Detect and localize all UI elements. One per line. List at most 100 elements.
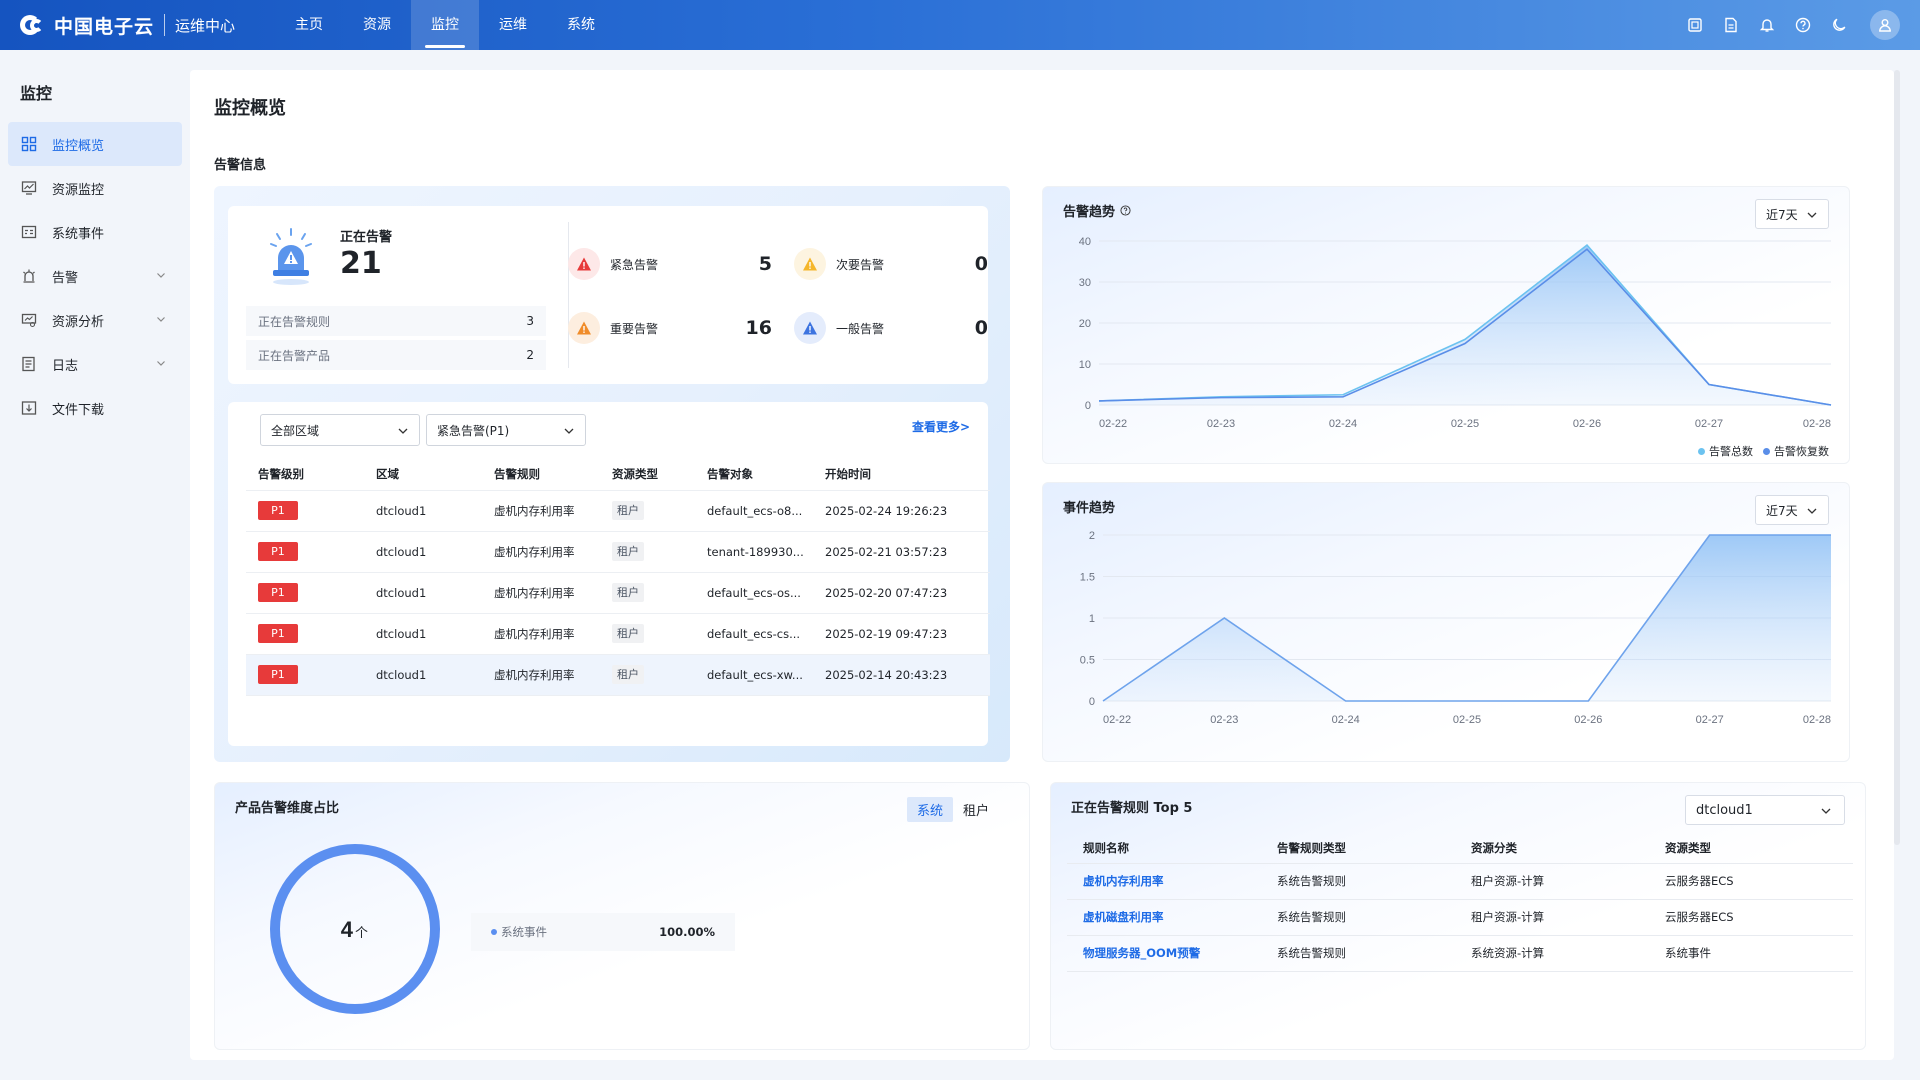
- analysis-icon: [20, 311, 38, 329]
- table-row: 物理服务器_OOM预警 系统告警规则 系统资源-计算 系统事件: [1067, 935, 1853, 972]
- active-products-count: 2: [526, 348, 534, 362]
- region-select[interactable]: 全部区域: [260, 414, 420, 446]
- donut-center-value: 4: [341, 917, 354, 942]
- top-rules-region-select[interactable]: dtcloud1: [1685, 795, 1845, 825]
- chevron-down-icon: [1806, 505, 1818, 520]
- target-cell: default_ecs-o8...: [695, 490, 813, 532]
- sidebar-item-system-events[interactable]: 系统事件: [8, 210, 182, 254]
- column-header: 资源分类: [1455, 833, 1649, 864]
- sidebar-title: 监控: [20, 84, 53, 103]
- rule-name-link[interactable]: 物理服务器_OOM预警: [1067, 935, 1261, 972]
- main-nav: 主页 资源 监控 运维 系统: [275, 0, 615, 50]
- y-tick-label: 0.5: [1080, 655, 1095, 667]
- nav-system[interactable]: 系统: [547, 0, 615, 50]
- level-badge: P1: [258, 583, 298, 602]
- legend-label[interactable]: 告警总数: [1709, 443, 1753, 459]
- info-icon[interactable]: [1120, 205, 1131, 220]
- y-tick-label: 0: [1085, 400, 1091, 412]
- resource-type-tag: 租户: [612, 665, 644, 684]
- alarm-table: 告警级别 区域 告警规则 资源类型 告警对象 开始时间 P1 dtcloud1 …: [246, 458, 990, 696]
- alarm-section-title: 告警信息: [214, 158, 267, 173]
- moon-icon[interactable]: [1828, 14, 1850, 36]
- column-header: 规则名称: [1067, 833, 1261, 864]
- nav-ops[interactable]: 运维: [479, 0, 547, 50]
- table-row[interactable]: P1 dtcloud1 虚机内存利用率 租户 default_ecs-cs...…: [246, 613, 990, 655]
- rule-cell: 虚机内存利用率: [482, 490, 600, 532]
- active-rules-label: 正在告警规则: [258, 314, 331, 329]
- rule-name-link[interactable]: 虚机磁盘利用率: [1067, 899, 1261, 936]
- table-row: 虚机磁盘利用率 系统告警规则 租户资源-计算 云服务器ECS: [1067, 899, 1853, 936]
- table-row[interactable]: P1 dtcloud1 虚机内存利用率 租户 default_ecs-xw...…: [246, 654, 990, 696]
- table-row: 虚机内存利用率 系统告警规则 租户资源-计算 云服务器ECS: [1067, 863, 1853, 900]
- tab-system[interactable]: 系统: [906, 797, 953, 822]
- level-badge: P1: [258, 542, 298, 561]
- column-header: 告警规则: [482, 458, 600, 491]
- log-icon: [20, 355, 38, 373]
- user-icon[interactable]: [1870, 10, 1900, 40]
- legend-percent: 100.00%: [659, 925, 715, 939]
- screen-icon[interactable]: [1684, 14, 1706, 36]
- sidebar-item-label: 系统事件: [52, 226, 105, 242]
- brand-logo[interactable]: 中国电子云 运维中心: [20, 0, 235, 50]
- rule-type-cell: 系统告警规则: [1261, 863, 1455, 900]
- chevron-down-icon: [563, 425, 575, 440]
- alarm-range-select[interactable]: 近7天: [1755, 199, 1829, 229]
- sidebar-item-resource-analysis[interactable]: 资源分析: [8, 298, 182, 342]
- level-select[interactable]: 紧急告警(P1): [426, 414, 586, 446]
- table-row[interactable]: P1 dtcloud1 虚机内存利用率 租户 default_ecs-os...…: [246, 572, 990, 614]
- nav-resources[interactable]: 资源: [343, 0, 411, 50]
- nav-monitor[interactable]: 监控: [411, 0, 480, 50]
- time-cell: 2025-02-21 03:57:23: [813, 531, 990, 573]
- time-cell: 2025-02-24 19:26:23: [813, 490, 990, 532]
- tab-tenant[interactable]: 租户: [953, 797, 999, 822]
- sidebar-item-file-download[interactable]: 文件下载: [8, 386, 182, 430]
- active-rules-count: 3: [526, 314, 534, 328]
- active-alarms-count: 21: [340, 246, 382, 281]
- x-tick-label: 02-23: [1210, 714, 1238, 726]
- bell-icon[interactable]: [1756, 14, 1778, 36]
- region-cell: dtcloud1: [364, 654, 482, 696]
- chart-title-text: 告警趋势: [1063, 205, 1116, 220]
- view-more-link[interactable]: 查看更多>: [912, 418, 970, 435]
- document-icon[interactable]: [1720, 14, 1742, 36]
- category-cell: 租户资源-计算: [1455, 899, 1649, 936]
- level-label: 次要告警: [836, 257, 885, 272]
- chevron-down-icon: [156, 313, 166, 328]
- column-header: 告警级别: [246, 458, 364, 491]
- level-major[interactable]: 重要告警 16: [568, 308, 772, 348]
- x-tick-label: 02-25: [1453, 714, 1481, 726]
- table-row[interactable]: P1 dtcloud1 虚机内存利用率 租户 tenant-189930... …: [246, 531, 990, 573]
- region-select-value: dtcloud1: [1696, 802, 1753, 818]
- event-range-select[interactable]: 近7天: [1755, 495, 1829, 525]
- legend-label[interactable]: 告警恢复数: [1774, 443, 1829, 459]
- alarm-trend-chart: 0 10 20 30 40 02-22 02-23 02-24 02-25 02-26 02-27 0…: [1079, 236, 1832, 430]
- grid-icon: [20, 135, 38, 153]
- resource-type-cell: 云服务器ECS: [1649, 899, 1853, 936]
- rule-cell: 虚机内存利用率: [482, 572, 600, 614]
- level-label: 紧急告警: [610, 257, 659, 272]
- level-badge: P1: [258, 624, 298, 643]
- table-row[interactable]: P1 dtcloud1 虚机内存利用率 租户 default_ecs-o8...…: [246, 490, 990, 532]
- brand-divider: [164, 14, 166, 36]
- nav-home[interactable]: 主页: [275, 0, 343, 50]
- x-tick-label: 02-23: [1207, 418, 1235, 430]
- rule-name-link[interactable]: 虚机内存利用率: [1067, 863, 1261, 900]
- level-minor[interactable]: 次要告警 0: [794, 244, 988, 284]
- sidebar-item-alarms[interactable]: 告警: [8, 254, 182, 298]
- y-tick-label: 1.5: [1080, 572, 1095, 584]
- series-area: [1099, 245, 1831, 405]
- y-tick-label: 20: [1079, 318, 1091, 330]
- target-cell: tenant-189930...: [695, 531, 813, 573]
- sidebar-item-overview[interactable]: 监控概览: [8, 122, 182, 166]
- level-general[interactable]: 一般告警 0: [794, 308, 988, 348]
- sidebar-item-logs[interactable]: 日志: [8, 342, 182, 386]
- warning-icon: [568, 248, 600, 280]
- table-header-row: 告警级别 区域 告警规则 资源类型 告警对象 开始时间: [246, 458, 990, 491]
- scrollbar[interactable]: [1894, 70, 1900, 845]
- level-critical[interactable]: 紧急告警 5: [568, 244, 772, 284]
- page-title: 监控概览: [214, 98, 286, 119]
- column-header: 告警规则类型: [1261, 833, 1455, 864]
- resource-type-tag: 租户: [612, 583, 644, 602]
- help-icon[interactable]: [1792, 14, 1814, 36]
- sidebar-item-resource-monitor[interactable]: 资源监控: [8, 166, 182, 210]
